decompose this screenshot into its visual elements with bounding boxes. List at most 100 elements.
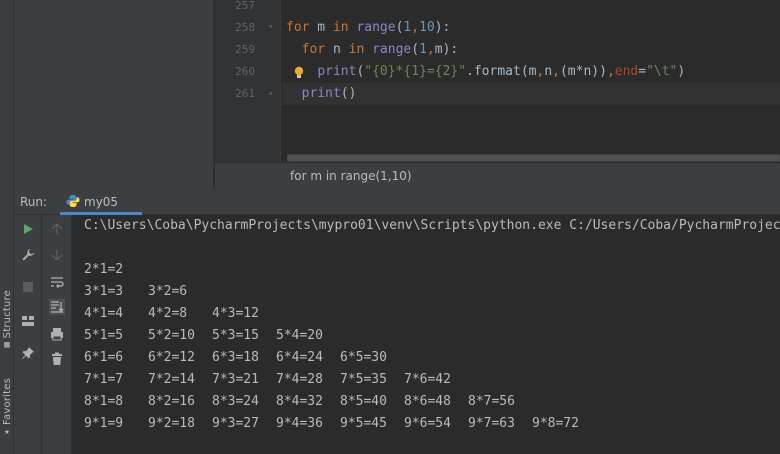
star-icon: ★ (4, 426, 10, 437)
console-line: 3*1=3 3*2=6 (84, 281, 212, 303)
code-line[interactable]: for n in range(1,m): (286, 39, 459, 61)
console-cell: 7*4=28 (276, 372, 323, 387)
project-panel (14, 0, 214, 188)
print-button[interactable] (49, 326, 65, 342)
console-line: 7*1=7 7*2=14 7*3=21 7*4=28 7*5=35 7*6=42 (84, 369, 468, 391)
line-number: 260 (235, 65, 255, 78)
fold-marker-icon[interactable]: ▿ (268, 22, 273, 32)
structure-icon: ▦ (4, 340, 10, 351)
stop-icon (23, 282, 33, 292)
console-cell: 8*1=8 (84, 394, 124, 409)
code-token: 10 (419, 20, 435, 35)
arrow-down-icon (51, 250, 63, 261)
console-cell: 6*1=6 (84, 350, 124, 365)
run-console-output[interactable]: C:\Users\Coba\PycharmProjects\mypro01\ve… (72, 215, 780, 454)
code-token: n (325, 42, 349, 57)
pin-tab-button[interactable] (20, 345, 36, 361)
console-cell: 7*2=14 (148, 372, 195, 387)
console-cell: 9*5=45 (340, 416, 387, 431)
restore-layout-button[interactable] (20, 313, 36, 329)
python-icon (66, 195, 80, 207)
code-token: ) (677, 64, 686, 79)
clear-all-button[interactable] (49, 351, 65, 367)
run-tab-my05[interactable]: my05 (60, 188, 142, 215)
run-toolbar-secondary (42, 215, 72, 454)
scrollbar-thumb[interactable] (287, 155, 780, 161)
wrench-icon (22, 249, 34, 261)
console-cell: 9*2=18 (148, 416, 195, 431)
console-cell: 4*1=4 (84, 306, 124, 321)
code-token: ): (434, 20, 451, 35)
console-cell: 8*7=56 (468, 394, 515, 409)
console-cell: 4*3=12 (212, 306, 259, 321)
console-cell: 6*5=30 (340, 350, 387, 365)
structure-tab-label: Structure (1, 290, 13, 339)
console-cell: 7*6=42 (404, 372, 451, 387)
console-cell: 8*6=48 (404, 394, 451, 409)
line-number: 259 (235, 43, 255, 56)
scroll-to-end-button[interactable] (49, 299, 65, 315)
console-cell: 9*1=9 (84, 416, 124, 431)
code-token: for (286, 20, 310, 35)
code-token: range (372, 42, 412, 57)
console-cell: 8*4=32 (276, 394, 323, 409)
console-cell: 4*2=8 (148, 306, 188, 321)
code-token: for (301, 42, 326, 57)
code-line[interactable]: print("{0}*{1}={2}".format(m,n,(m*n)),en… (286, 61, 685, 83)
console-cell: 9*4=36 (276, 416, 323, 431)
console-cell: 6*2=12 (148, 350, 195, 365)
console-cell: 9*3=27 (212, 416, 259, 431)
console-cell: 9*7=63 (468, 416, 515, 431)
line-number: 261 (235, 87, 255, 100)
breadcrumb-item[interactable]: for m in range(1,10) (290, 169, 412, 183)
console-line: 2*1=2 (84, 259, 148, 281)
run-icon (24, 224, 33, 234)
code-token: "{0}*{1}={2}" (364, 64, 467, 79)
editor-horizontal-scrollbar[interactable] (287, 154, 780, 162)
code-token: n (544, 64, 553, 79)
code-token: ( (411, 42, 420, 57)
structure-tab[interactable]: Structure ▦ (0, 290, 14, 350)
console-command-line: C:\Users\Coba\PycharmProjects\mypro01\ve… (84, 218, 780, 233)
code-token: end (614, 64, 639, 79)
favorites-tab[interactable]: Favorites ★ (0, 378, 14, 437)
code-token: (m*n)) (559, 64, 607, 79)
rerun-button[interactable] (20, 221, 36, 237)
console-cell: 2*1=2 (84, 262, 124, 277)
code-token: , (426, 42, 435, 57)
code-token: = (638, 64, 647, 79)
soft-wrap-icon (51, 277, 64, 288)
layout-icon (22, 316, 34, 326)
stop-button[interactable] (20, 279, 36, 295)
code-line[interactable]: for m in range(1,10): (286, 17, 450, 39)
console-cell: 5*3=15 (212, 328, 259, 343)
code-editor[interactable]: for m in range(1,10): for n in range(1,m… (282, 0, 780, 162)
fold-end-marker-icon[interactable]: ▵ (268, 88, 273, 98)
run-label: Run: (20, 195, 48, 209)
console-line: 5*1=5 5*2=10 5*3=15 5*4=20 (84, 325, 340, 347)
settings-button[interactable] (20, 247, 36, 263)
code-line[interactable]: print() (286, 83, 357, 105)
console-cell: 8*5=40 (340, 394, 387, 409)
next-occurrence-button[interactable] (49, 247, 65, 263)
console-cell: 9*8=72 (532, 416, 579, 431)
previous-occurrence-button[interactable] (49, 221, 65, 237)
pin-icon (22, 347, 34, 359)
soft-wrap-button[interactable] (49, 274, 65, 290)
code-token: () (340, 86, 357, 101)
code-token: , (606, 64, 615, 79)
scroll-to-end-icon (51, 301, 64, 313)
console-line: 6*1=6 6*2=12 6*3=18 6*4=24 6*5=30 (84, 347, 404, 369)
console-cell: 7*1=7 (84, 372, 124, 387)
code-token: range (356, 20, 396, 35)
code-token: print (301, 86, 341, 101)
code-token: "\t" (646, 64, 678, 79)
lightbulb-icon[interactable] (294, 66, 304, 80)
console-cell: 7*3=21 (212, 372, 259, 387)
breadcrumb: for m in range(1,10) (215, 162, 780, 188)
code-token: ): (442, 42, 459, 57)
current-line-highlight (282, 83, 780, 105)
code-token: .format(m (466, 64, 537, 79)
